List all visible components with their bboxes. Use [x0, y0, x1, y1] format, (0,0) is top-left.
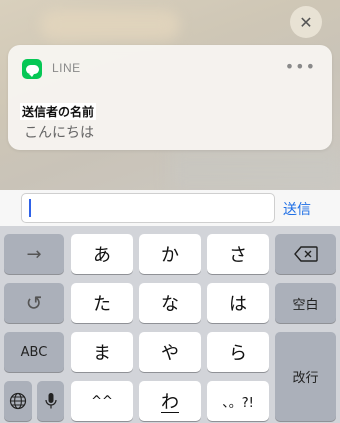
mic-icon: [44, 393, 57, 409]
delete-key[interactable]: [275, 234, 336, 274]
japanese-keyboard: → あ か さ ↺ た な は 空白 ABC ま や ら 改行 ^^ わ 、。?…: [0, 226, 340, 423]
globe-icon: [9, 392, 27, 410]
key-wa[interactable]: わ: [139, 381, 201, 421]
space-key[interactable]: 空白: [275, 283, 336, 323]
reply-bar: 送信: [0, 190, 340, 226]
key-na[interactable]: な: [139, 283, 201, 323]
chat-bubble-icon: [25, 64, 39, 77]
key-ka[interactable]: か: [139, 234, 201, 274]
line-app-icon: [22, 59, 42, 79]
send-button[interactable]: 送信: [283, 199, 311, 219]
key-ta[interactable]: た: [71, 283, 133, 323]
sender-name: 送信者の名前: [20, 103, 97, 120]
message-text: こんにちは: [24, 125, 94, 141]
abc-key[interactable]: ABC: [4, 332, 64, 372]
text-caret: [29, 199, 31, 217]
close-button[interactable]: ✕: [290, 6, 322, 38]
enter-key[interactable]: 改行: [275, 332, 336, 421]
microphone-key[interactable]: [37, 381, 64, 421]
key-a[interactable]: あ: [71, 234, 133, 274]
key-sa[interactable]: さ: [207, 234, 269, 274]
key-wa-label: わ: [161, 392, 179, 413]
key-ra[interactable]: ら: [207, 332, 269, 372]
key-emoticon[interactable]: ^^: [71, 381, 133, 421]
notification-card[interactable]: LINE ••• 送信者の名前 こんにちは: [8, 45, 332, 150]
globe-key[interactable]: [4, 381, 32, 421]
key-ma[interactable]: ま: [71, 332, 133, 372]
app-name: LINE: [52, 61, 81, 75]
undo-key[interactable]: ↺: [4, 283, 64, 323]
key-ha[interactable]: は: [207, 283, 269, 323]
arrow-key[interactable]: →: [4, 234, 64, 274]
background-blur-shape: [40, 10, 180, 40]
key-ya[interactable]: や: [139, 332, 201, 372]
delete-icon: [293, 246, 318, 262]
key-punctuation[interactable]: 、。?!: [207, 381, 269, 421]
background-blur-shape: [170, 150, 340, 190]
reply-input[interactable]: [21, 193, 275, 223]
more-options-icon[interactable]: •••: [285, 57, 316, 76]
right-arrow-icon: →: [26, 243, 42, 265]
close-icon: ✕: [299, 12, 313, 32]
undo-icon: ↺: [25, 291, 43, 315]
